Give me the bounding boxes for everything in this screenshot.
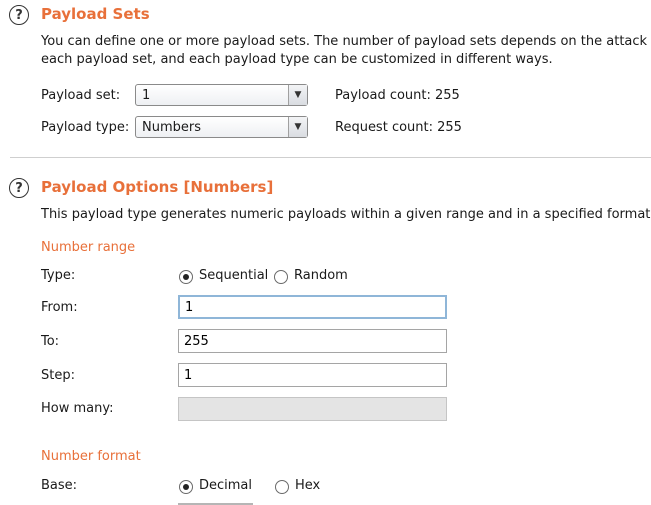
random-label[interactable]: Random — [294, 268, 348, 283]
how-many-label: How many: — [41, 401, 114, 416]
payload-sets-description-line1: You can define one or more payload sets.… — [41, 34, 651, 49]
radio-selected-dot — [183, 274, 189, 280]
how-many-input — [178, 397, 447, 421]
number-format-heading: Number format — [41, 449, 141, 464]
step-input[interactable] — [178, 363, 447, 387]
section-divider — [10, 157, 651, 158]
payload-set-label: Payload set: — [41, 88, 121, 103]
payload-count: Payload count: 255 — [335, 88, 460, 103]
step-label: Step: — [41, 368, 75, 383]
payload-options-title: Payload Options [Numbers] — [41, 178, 274, 196]
help-icon[interactable]: ? — [9, 5, 29, 25]
decimal-label[interactable]: Decimal — [199, 478, 252, 493]
decimal-radio[interactable] — [179, 480, 193, 494]
to-label: To: — [41, 334, 60, 349]
sequential-label[interactable]: Sequential — [199, 268, 268, 283]
chevron-down-icon[interactable]: ▼ — [288, 85, 307, 105]
radio-selected-dot — [183, 484, 189, 490]
payload-sets-description-line2: each payload set, and each payload type … — [41, 52, 553, 67]
chevron-down-icon[interactable]: ▼ — [288, 117, 307, 137]
random-radio[interactable] — [274, 270, 288, 284]
payload-type-label: Payload type: — [41, 120, 130, 135]
help-icon[interactable]: ? — [9, 178, 29, 198]
payload-sets-title: Payload Sets — [41, 5, 150, 23]
number-range-heading: Number range — [41, 240, 136, 255]
payload-set-value: 1 — [142, 88, 151, 103]
type-label: Type: — [41, 268, 76, 283]
request-count: Request count: 255 — [335, 120, 462, 135]
hex-label[interactable]: Hex — [295, 478, 320, 493]
payload-type-select[interactable]: Numbers ▼ — [135, 116, 308, 138]
payload-options-description: This payload type generates numeric payl… — [41, 207, 651, 222]
sequential-radio[interactable] — [179, 270, 193, 284]
from-input[interactable] — [178, 295, 447, 319]
from-label: From: — [41, 300, 78, 315]
hex-radio[interactable] — [275, 480, 289, 494]
payload-type-value: Numbers — [142, 120, 201, 135]
base-label: Base: — [41, 478, 78, 493]
to-input[interactable] — [178, 329, 447, 353]
payload-set-select[interactable]: 1 ▼ — [135, 84, 308, 106]
